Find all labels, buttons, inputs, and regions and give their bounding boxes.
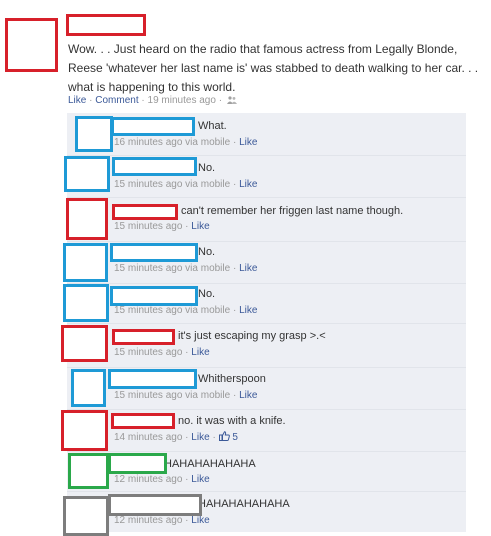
comment-meta: 12 minutes ago · Like (114, 474, 210, 486)
commenter-avatar-redacted (61, 410, 108, 451)
comment-timestamp[interactable]: 15 minutes ago (114, 221, 182, 232)
commenter-name-redacted (112, 204, 178, 220)
comment-timestamp[interactable]: 12 minutes ago (114, 515, 182, 526)
separator: · (185, 515, 189, 526)
comment-timestamp[interactable]: 15 minutes ago (114, 179, 182, 190)
separator: · (185, 221, 189, 232)
comment-via: via mobile (185, 179, 231, 190)
poster-name-redacted (66, 14, 146, 36)
comment-like-link[interactable]: Like (239, 305, 257, 316)
commenter-avatar-redacted (64, 156, 110, 192)
comment-timestamp[interactable]: 15 minutes ago (114, 347, 182, 358)
like-count-value: 5 (232, 432, 238, 443)
commenter-avatar-redacted (63, 243, 108, 282)
comment-like-link[interactable]: Like (191, 515, 209, 526)
comment-divider (67, 323, 466, 324)
commenter-name-redacted (108, 494, 202, 516)
post-text: Wow. . . Just heard on the radio that fa… (68, 42, 479, 94)
comment-like-link[interactable]: Like (239, 263, 257, 274)
separator: · (232, 305, 237, 316)
comment-like-link[interactable]: Like (239, 390, 257, 401)
comment-text: no. it was with a knife. (178, 415, 286, 427)
commenter-avatar-redacted (61, 325, 108, 362)
comment-text: Whitherspoon (198, 373, 266, 385)
comment-timestamp[interactable]: 15 minutes ago (114, 305, 182, 316)
comment-meta: 15 minutes ago via mobile · Like (114, 390, 257, 402)
comment-like-link[interactable]: Like (191, 432, 209, 443)
post-timestamp[interactable]: 19 minutes ago (148, 95, 216, 106)
comment-like-link[interactable]: Like (239, 179, 257, 190)
separator: · (212, 432, 216, 443)
commenter-name-redacted (108, 369, 197, 389)
commenter-avatar-redacted (68, 453, 109, 489)
comment-meta: 15 minutes ago via mobile · Like (114, 263, 257, 275)
comment-meta: 16 minutes ago via mobile · Like (114, 137, 257, 149)
separator: · (141, 95, 145, 106)
commenter-name-redacted (108, 453, 167, 474)
commenter-avatar-redacted (63, 496, 109, 536)
commenter-avatar-redacted (75, 116, 113, 152)
separator: · (232, 179, 237, 190)
people-icon (226, 96, 237, 104)
comment-timestamp[interactable]: 15 minutes ago (114, 263, 182, 274)
comment-via: via mobile (185, 305, 231, 316)
separator: · (232, 137, 237, 148)
comment-like-link[interactable]: Like (191, 474, 209, 485)
comment-via: via mobile (185, 390, 231, 401)
comment-divider (67, 241, 466, 242)
comment-divider (67, 451, 466, 452)
comment-divider (67, 155, 466, 156)
separator: · (185, 432, 189, 443)
commenter-name-redacted (110, 286, 198, 306)
comment-like-link[interactable]: Like (191, 221, 209, 232)
separator: · (232, 390, 237, 401)
comment-meta: 12 minutes ago · Like (114, 515, 210, 527)
comment-text: can't remember her friggen last name tho… (181, 205, 404, 217)
comment-timestamp[interactable]: 16 minutes ago (114, 137, 182, 148)
commenter-avatar-redacted (71, 369, 106, 407)
comment-text: No. (198, 246, 216, 258)
comment-text: HAHAHAHAHAHA (164, 458, 256, 470)
post-like-link[interactable]: Like (68, 95, 86, 106)
commenter-name-redacted (112, 329, 175, 345)
separator: · (185, 347, 189, 358)
comment-text: it's just escaping my grasp >.< (178, 330, 326, 342)
thumbs-up-icon (218, 431, 230, 441)
post-actions: Like · Comment · 19 minutes ago · (68, 95, 237, 106)
commenter-name-redacted (111, 413, 175, 429)
comment-divider (67, 367, 466, 368)
comment-like-link[interactable]: Like (239, 137, 257, 148)
comment-via: via mobile (185, 263, 231, 274)
comment-divider (67, 409, 466, 410)
separator: · (232, 263, 237, 274)
post-comment-link[interactable]: Comment (95, 95, 138, 106)
comment-text: HAHAHAHAHAHA (198, 498, 290, 510)
commenter-avatar-redacted (63, 284, 109, 322)
commenter-name-redacted (110, 243, 198, 262)
comment-timestamp[interactable]: 14 minutes ago (114, 432, 182, 443)
comment-meta: 15 minutes ago via mobile · Like (114, 179, 257, 191)
separator: · (185, 474, 189, 485)
comment-text: No. (198, 288, 216, 300)
poster-avatar-redacted (5, 18, 58, 72)
comment-timestamp[interactable]: 15 minutes ago (114, 390, 182, 401)
commenter-name-redacted (111, 117, 195, 136)
comment-divider (67, 197, 466, 198)
comment-via: via mobile (185, 137, 231, 148)
comment-like-link[interactable]: Like (191, 347, 209, 358)
separator: · (218, 95, 223, 106)
comment-timestamp[interactable]: 12 minutes ago (114, 474, 182, 485)
comment-meta: 14 minutes ago · Like · 5 (114, 431, 238, 444)
comment-like-count[interactable]: 5 (218, 431, 238, 443)
comment-meta: 15 minutes ago · Like (114, 347, 210, 359)
separator: · (89, 95, 93, 106)
commenter-name-redacted (112, 157, 197, 176)
comment-divider (67, 283, 466, 284)
comment-meta: 15 minutes ago · Like (114, 221, 210, 233)
comment-text: What. (198, 120, 227, 132)
comment-divider (67, 491, 466, 492)
comment-meta: 15 minutes ago via mobile · Like (114, 305, 257, 317)
comment-text: No. (198, 162, 216, 174)
commenter-avatar-redacted (66, 198, 108, 240)
